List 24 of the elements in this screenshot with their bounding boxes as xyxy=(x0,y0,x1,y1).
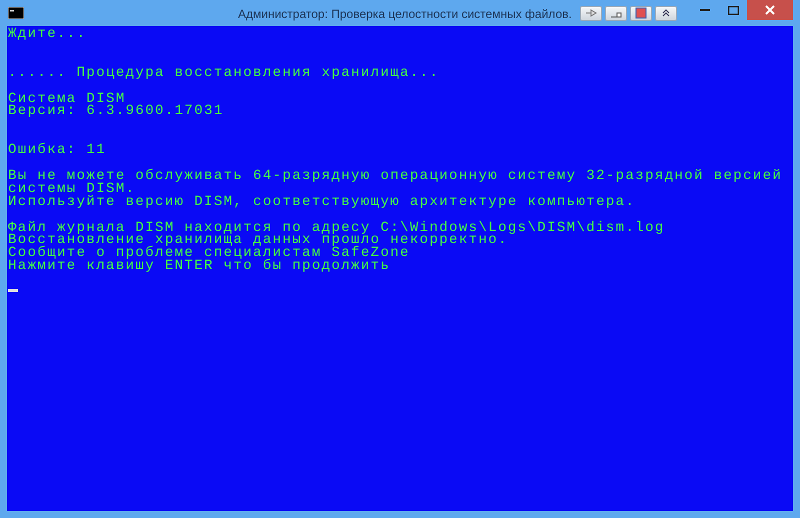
console-line: Нажмите клавишу ENTER что бы продолжить xyxy=(8,260,392,274)
console-line: Вы не можете обслуживать 64-разрядную операционную систему 32-разрядной версией xyxy=(8,170,784,183)
console-line: Система DISM xyxy=(8,92,126,106)
console-line: Версия: 6.3.9600.17031 xyxy=(8,105,225,118)
console-line: Сообщите о проблеме специалистам SafeZone xyxy=(8,247,410,260)
minimize-icon xyxy=(700,9,710,11)
chevron-up-icon xyxy=(661,8,671,18)
console-line: ...... Процедура восстановления хранилища... xyxy=(8,66,440,80)
window-icon xyxy=(635,7,647,19)
window-button[interactable] xyxy=(630,6,652,20)
console-line: Используйте версию DISM, соответствующую архитектуре компьютера. xyxy=(8,196,636,209)
console-line: Ждите... xyxy=(8,28,88,41)
window-title: Администратор: Проверка целостности системных файлов. xyxy=(238,7,572,21)
pin-icon xyxy=(585,8,597,18)
console-line: Ошибка: 11 xyxy=(8,144,108,158)
tray-button[interactable] xyxy=(605,6,627,20)
console-icon xyxy=(8,7,24,19)
maximize-icon xyxy=(728,6,738,14)
roll-up-button[interactable] xyxy=(655,6,677,20)
console-line: Файл журнала DISM находится по адресу C:\Windows\Logs\DISM\dism.log xyxy=(8,222,666,234)
console-line: системы DISM. xyxy=(8,182,136,196)
close-icon xyxy=(765,5,775,15)
pin-button[interactable] xyxy=(580,6,602,20)
close-button[interactable] xyxy=(747,0,793,20)
